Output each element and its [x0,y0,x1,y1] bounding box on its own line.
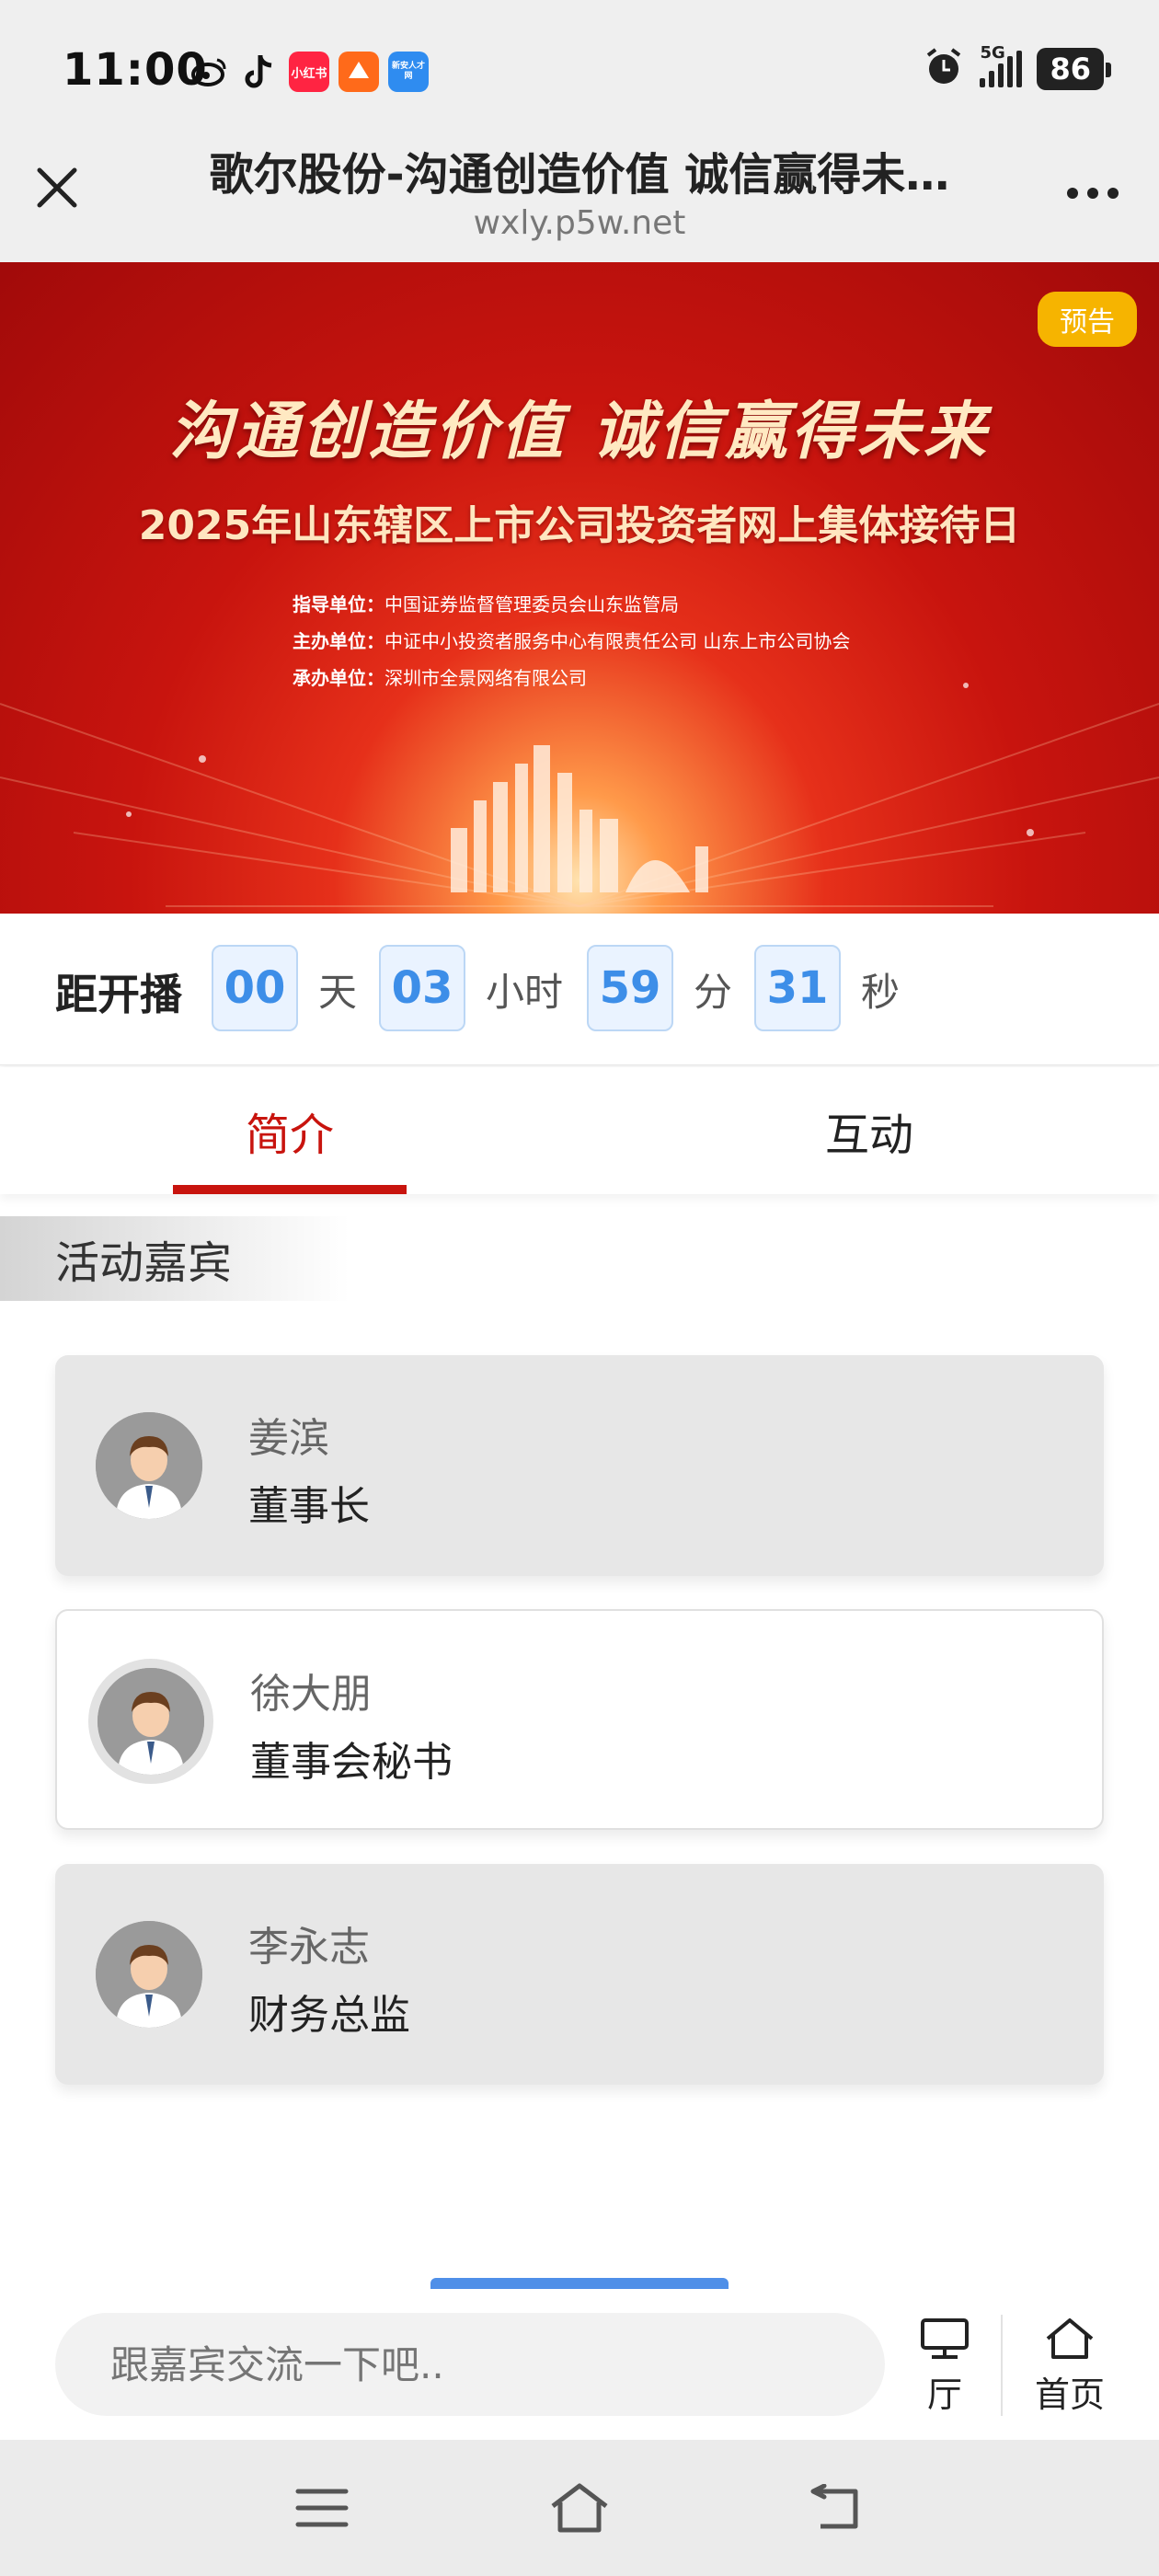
system-navigation-bar [0,2440,1159,2576]
avatar [96,1921,202,2028]
city-skyline-illustration [451,745,708,892]
hall-label: 厅 [926,2375,962,2415]
guest-name: 李永志 [248,1924,370,1971]
monitor-icon [921,2318,969,2359]
banner-slogan: 沟通创造价值 诚信赢得未来 [169,395,990,468]
countdown-days-unit: 天 [318,970,358,1015]
countdown-minutes: 59 [587,945,673,1031]
event-banner: 预告 沟通创造价值 诚信赢得未来 2025年山东辖区上市公司投资者网上集体接待日… [0,262,1159,914]
page-title: 歌尔股份-沟通创造价值 诚信赢得未… [209,149,950,201]
tab-bar: 简介 互动 [0,1067,1159,1194]
organizer-line: 指导单位：中国证券监督管理委员会山东监管局 [293,593,679,615]
home-button[interactable]: 首页 [1019,2317,1120,2418]
weibo-icon [189,52,230,92]
hall-button[interactable]: 厅 [894,2317,995,2418]
countdown-days: 00 [212,945,298,1031]
menu-icon[interactable] [285,2480,359,2536]
banner-organizers: 指导单位：中国证券监督管理委员会山东监管局 主办单位：中证中小投资者服务中心有限… [293,586,850,696]
scroll-indicator [430,2278,729,2289]
notification-icons: 小红书 新安人才网 [189,52,429,92]
network-type: 5G [980,43,1005,63]
countdown-seconds: 31 [754,945,841,1031]
countdown-bar: 距开播 00 天 03 小时 59 分 31 秒 [0,914,1159,1065]
organizer-line: 主办单位：中证中小投资者服务中心有限责任公司 山东上市公司协会 [293,630,851,652]
tab-intro[interactable]: 简介 [0,1067,580,1194]
person-icon [96,1921,202,2028]
person-icon [98,1668,204,1775]
organizer-line: 承办单位：深圳市全景网络有限公司 [293,667,587,689]
status-bar: 11:00 小红书 新安人才网 5G 86 [0,0,1159,138]
status-indicators: 5G 86 [923,43,1111,92]
countdown-hours: 03 [379,945,465,1031]
guest-card[interactable]: 姜滨 董事长 [55,1355,1104,1576]
countdown-seconds-unit: 秒 [861,970,901,1015]
guest-role: 董事长 [248,1483,370,1530]
chat-input[interactable] [55,2313,885,2416]
close-icon[interactable] [29,160,85,215]
alarm-icon [923,46,965,92]
xiaohongshu-icon: 小红书 [289,52,329,92]
battery-level: 86 [1037,48,1111,90]
banner-title: 2025年山东辖区上市公司投资者网上集体接待日 [138,502,1021,549]
signal-icon: 5G [980,43,1023,87]
active-tab-indicator [173,1185,407,1194]
tab-interaction[interactable]: 互动 [580,1067,1159,1194]
countdown-hours-unit: 小时 [486,970,564,1015]
divider [1001,2315,1003,2416]
back-icon[interactable] [800,2480,874,2536]
guest-card[interactable]: 徐大朋 董事会秘书 [55,1609,1104,1830]
preview-badge: 预告 [1038,292,1137,347]
home-icon [1046,2318,1094,2359]
avatar [88,1659,213,1784]
status-time: 11:00 [63,44,208,96]
guest-card[interactable]: 李永志 财务总监 [55,1864,1104,2085]
countdown-label: 距开播 [55,970,182,1019]
chat-input-bar: 厅 首页 [0,2289,1159,2440]
system-home-icon[interactable] [543,2480,616,2536]
browser-title-bar: 歌尔股份-沟通创造价值 诚信赢得未… wxly.p5w.net [0,138,1159,262]
guest-name: 徐大朋 [250,1671,372,1718]
guest-name: 姜滨 [248,1415,329,1462]
home-label: 首页 [1034,2375,1105,2415]
section-title-guests: 活动嘉宾 [0,1216,350,1301]
page-url: wxly.p5w.net [473,204,686,242]
app-orange-icon [339,52,379,92]
more-icon[interactable] [1063,166,1122,202]
guest-role: 财务总监 [248,1992,410,2039]
avatar [96,1412,202,1519]
countdown-minutes-unit: 分 [694,970,733,1015]
person-icon [96,1412,202,1519]
guest-role: 董事会秘书 [250,1739,453,1786]
tiktok-icon [239,52,280,92]
app-blue-icon: 新安人才网 [388,52,429,92]
